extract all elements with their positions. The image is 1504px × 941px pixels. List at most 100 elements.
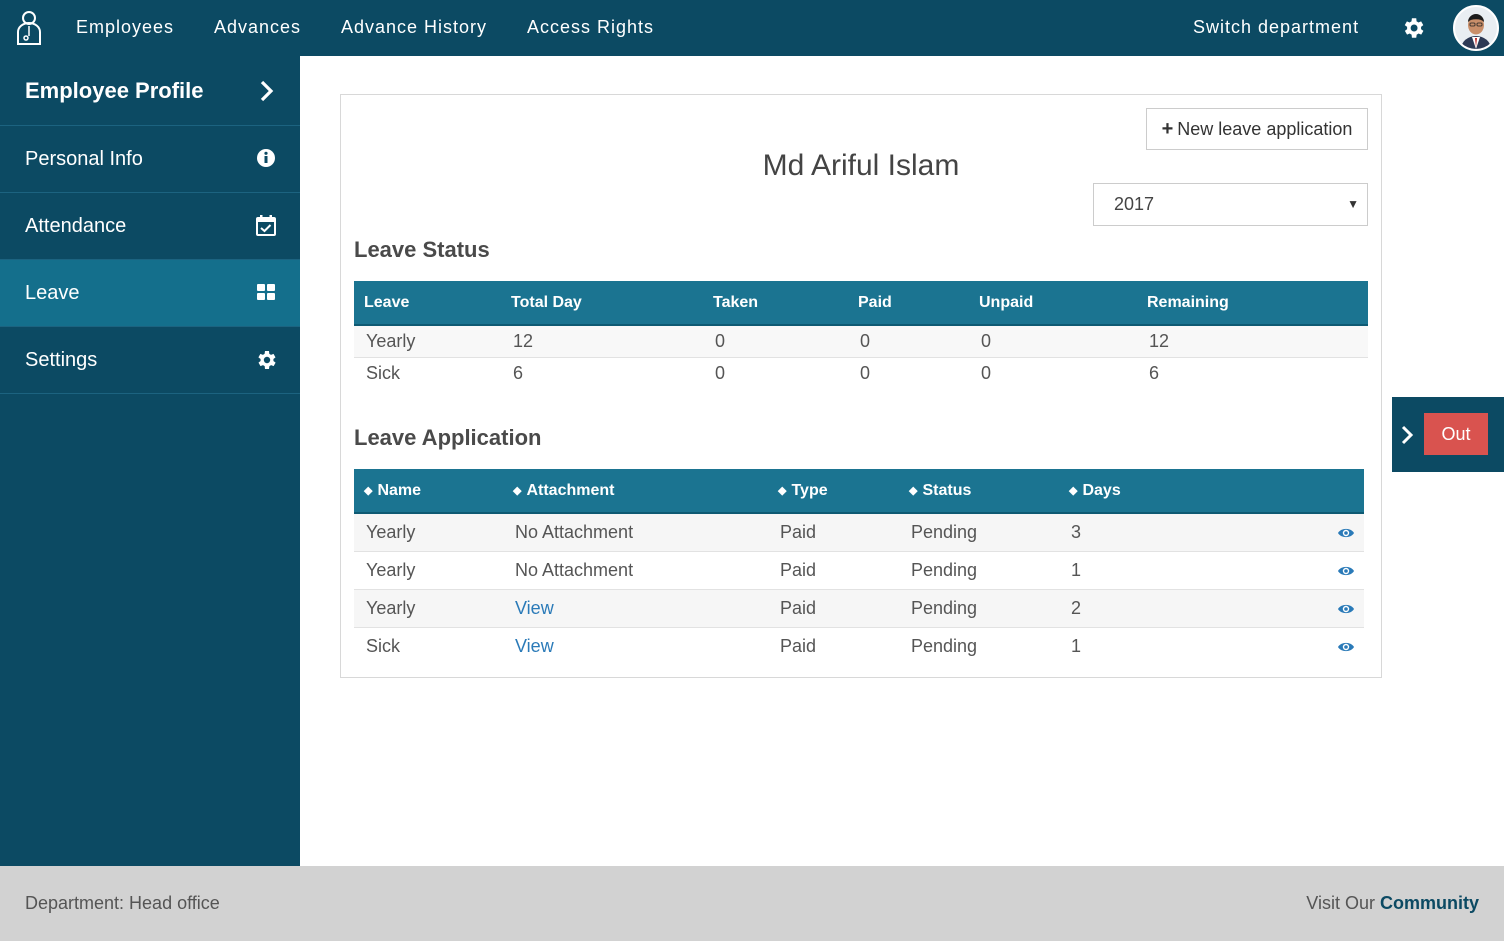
cell-name: Sick <box>366 635 401 656</box>
table-cell: 1 <box>1059 626 1321 665</box>
sidebar-item-personal-info[interactable]: Personal Info <box>0 126 300 193</box>
table-row: Sick View Paid Pending 1 <box>354 626 1364 665</box>
cell-status: Pending <box>911 559 978 580</box>
leave-status-title: Leave Status <box>354 237 490 262</box>
cell-days: 1 <box>1071 635 1082 656</box>
column-header-label: Type <box>791 481 828 499</box>
department-label: Department: Head office <box>25 893 220 913</box>
out-button[interactable]: Out <box>1424 413 1488 455</box>
user-logo-icon[interactable] <box>14 10 44 46</box>
table-cell-actions <box>1321 512 1364 551</box>
chevron-right-icon <box>260 80 274 102</box>
table-cell: View <box>503 626 768 665</box>
year-select-value: 2017 <box>1114 194 1155 214</box>
table-row: Yearly 12 0 0 0 12 <box>354 324 1368 357</box>
sidebar-header-employee-profile[interactable]: Employee Profile <box>0 56 300 126</box>
sortable-column-days[interactable]: ◆ Days <box>1059 469 1321 514</box>
table-cell: Pending <box>899 550 1059 589</box>
table-row: Yearly No Attachment Paid Pending 3 <box>354 512 1364 551</box>
table-cell: View <box>503 588 768 627</box>
visit-prefix: Visit Our <box>1306 893 1375 913</box>
sort-icon: ◆ <box>364 484 373 497</box>
community-link[interactable]: Community <box>1380 893 1479 913</box>
new-leave-application-button[interactable]: + New leave application <box>1146 108 1368 150</box>
sidebar-item-label: Leave <box>25 282 80 304</box>
sidebar-item-label: Attendance <box>25 215 127 237</box>
sortable-column-attachment[interactable]: ◆ Attachment <box>503 469 768 514</box>
table-cell: Paid <box>768 626 899 665</box>
switch-department-link[interactable]: Switch department <box>1193 0 1359 56</box>
table-cell: Pending <box>899 512 1059 551</box>
cell-days: 1 <box>1071 559 1082 580</box>
eye-icon[interactable] <box>1337 603 1355 615</box>
year-select[interactable]: 2017 ▼ <box>1093 183 1368 226</box>
sort-icon: ◆ <box>778 484 787 497</box>
sortable-column-status[interactable]: ◆ Status <box>899 469 1059 514</box>
chevron-right-icon[interactable] <box>1400 425 1414 445</box>
table-cell-actions <box>1321 550 1364 589</box>
eye-icon[interactable] <box>1337 641 1355 653</box>
leave-status-table: Leave Total Day Taken Paid Unpaid Remain… <box>354 281 1368 389</box>
column-header: Paid <box>848 281 969 326</box>
cell-type: Paid <box>780 597 817 618</box>
table-cell: 12 <box>1137 324 1368 357</box>
column-header-actions <box>1321 469 1364 514</box>
attachment-view-link[interactable]: View <box>515 636 554 656</box>
employee-name: Md Ariful Islam <box>762 149 960 182</box>
table-cell: Paid <box>768 550 899 589</box>
table-cell: Yearly <box>354 550 503 589</box>
table-cell: 0 <box>848 324 969 357</box>
plus-icon: + <box>1161 118 1174 140</box>
new-leave-application-label: New leave application <box>1177 119 1353 139</box>
table-cell: Paid <box>768 588 899 627</box>
table-cell: 0 <box>969 356 1137 389</box>
cell-type: Paid <box>780 521 817 542</box>
table-row: Yearly View Paid Pending 2 <box>354 588 1364 627</box>
sidebar-header-label: Employee Profile <box>25 78 204 103</box>
leave-application-table: ◆ Name ◆ Attachment ◆ Type ◆ Status ◆ Days Ye… <box>354 469 1364 665</box>
cell-name: Yearly <box>366 597 416 618</box>
sort-icon: ◆ <box>1069 484 1078 497</box>
column-header-label: Attachment <box>526 481 615 499</box>
nav-advances[interactable]: Advances <box>214 0 301 56</box>
table-cell: Paid <box>768 512 899 551</box>
avatar[interactable] <box>1453 5 1499 51</box>
sidebar-item-label: Personal Info <box>25 148 143 170</box>
column-header: Total Day <box>501 281 703 326</box>
table-cell: 2 <box>1059 588 1321 627</box>
sortable-column-type[interactable]: ◆ Type <box>768 469 899 514</box>
sort-icon: ◆ <box>909 484 918 497</box>
column-header: Leave <box>354 281 501 326</box>
table-cell: 0 <box>848 356 969 389</box>
cell-days: 2 <box>1071 597 1082 618</box>
eye-icon[interactable] <box>1337 565 1355 577</box>
table-cell: Pending <box>899 626 1059 665</box>
sidebar-item-settings[interactable]: Settings <box>0 327 300 394</box>
sort-icon: ◆ <box>513 484 522 497</box>
out-panel: Out <box>1392 397 1504 472</box>
column-header: Remaining <box>1137 281 1368 326</box>
sidebar-item-attendance[interactable]: Attendance <box>0 193 300 260</box>
table-cell: Yearly <box>354 324 501 357</box>
attachment-view-link[interactable]: View <box>515 598 554 618</box>
table-cell: No Attachment <box>503 550 768 589</box>
cell-type: Paid <box>780 635 817 656</box>
gear-icon[interactable] <box>1400 15 1426 41</box>
cell-days: 3 <box>1071 521 1082 542</box>
column-header-label: Days <box>1082 481 1121 499</box>
cell-type: Paid <box>780 559 817 580</box>
eye-icon[interactable] <box>1337 527 1355 539</box>
gear-icon <box>258 351 276 369</box>
table-cell: Yearly <box>354 512 503 551</box>
table-cell: 6 <box>501 356 703 389</box>
cell-status: Pending <box>911 597 978 618</box>
sidebar-item-leave[interactable]: Leave <box>0 260 300 327</box>
nav-access-rights[interactable]: Access Rights <box>527 0 654 56</box>
sortable-column-name[interactable]: ◆ Name <box>354 469 503 514</box>
nav-advance-history[interactable]: Advance History <box>341 0 487 56</box>
column-header: Taken <box>703 281 848 326</box>
cell-status: Pending <box>911 521 978 542</box>
nav-employees[interactable]: Employees <box>76 0 174 56</box>
top-navbar: Employees Advances Advance History Acces… <box>0 0 1504 56</box>
footer: Department: Head office Visit Our Commun… <box>0 866 1504 941</box>
